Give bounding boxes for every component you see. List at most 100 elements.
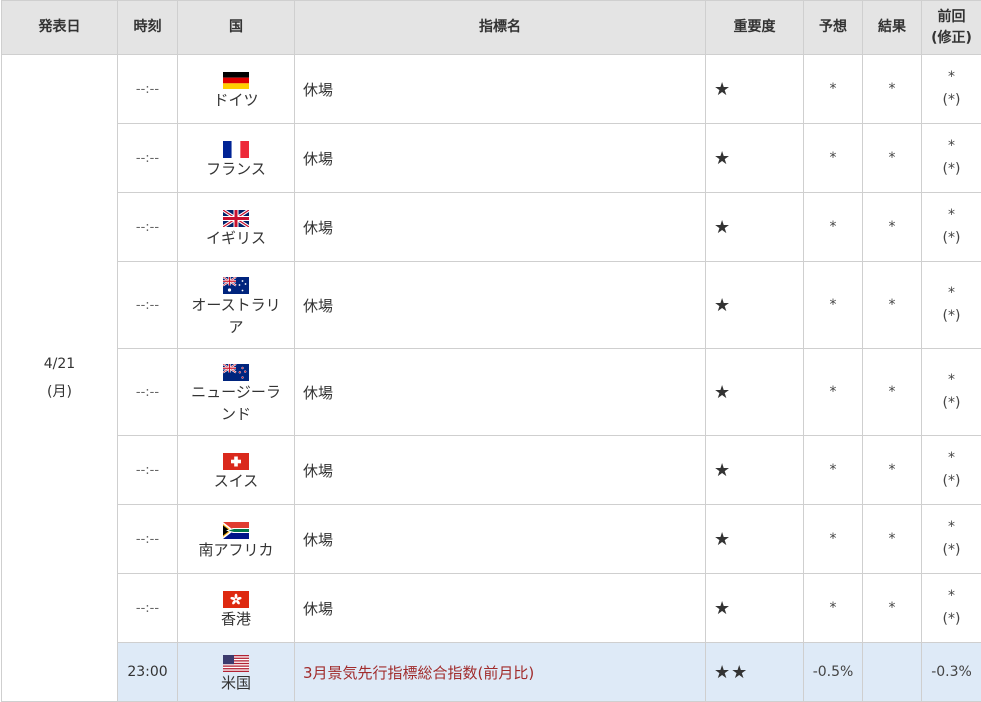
header-row: 発表日 時刻 国 指標名 重要度 予想 結果 前回 (修正) [1, 0, 981, 55]
indicator-cell: 休場 [294, 573, 706, 643]
time-cell: --:-- [117, 261, 178, 349]
previous-value: * [948, 519, 955, 535]
country-name: スイス [213, 472, 259, 490]
result-cell: * [862, 192, 922, 262]
result-cell: * [862, 261, 922, 349]
previous-cell: * (*) [921, 261, 981, 349]
country-name-continued: ア [228, 318, 244, 336]
table-row: --:-- スイス 休場 ★ * * * (*) [2, 435, 981, 505]
indicator-name: 休場 [303, 530, 334, 549]
australia-flag-icon [223, 276, 249, 294]
country-name: 南アフリカ [198, 541, 274, 559]
country-name: ニュージーラ [191, 383, 281, 401]
country-name-continued: ンド [220, 405, 251, 423]
country-cell: ニュージーラ ンド [177, 348, 295, 436]
importance-stars: ★ [705, 504, 804, 574]
indicator-name: 休場 [303, 461, 334, 480]
importance-stars: ★ [705, 54, 804, 124]
uk-flag-icon [223, 209, 249, 227]
header-importance: 重要度 [705, 0, 804, 55]
forecast-cell: * [803, 192, 863, 262]
previous-value: * [948, 372, 955, 388]
time-cell: 23:00 [117, 642, 178, 702]
table-row-highlighted: 23:00 米国 3月景気先行指標総合指数(前月比) ★★ -0.5% -0.3… [2, 642, 981, 702]
previous-revised: (*) [942, 395, 961, 411]
table-row: --:-- イギリス 休場 ★ * * * (*) [2, 192, 981, 262]
result-cell: * [862, 573, 922, 643]
importance-stars: ★ [705, 348, 804, 436]
country-cell: スイス [177, 435, 295, 505]
header-time: 時刻 [117, 0, 178, 55]
indicator-cell: 休場 [294, 192, 706, 262]
previous-revised: (*) [942, 611, 961, 627]
country-cell: イギリス [177, 192, 295, 262]
time-cell: --:-- [117, 435, 178, 505]
previous-cell: * (*) [921, 573, 981, 643]
country-name: 香港 [220, 610, 251, 628]
table-row: --:-- 南アフリカ 休場 ★ * * * (*) [2, 504, 981, 574]
country-cell: ドイツ [177, 54, 295, 124]
forecast-cell: * [803, 54, 863, 124]
previous-revised: (*) [942, 92, 961, 108]
france-flag-icon [223, 140, 249, 158]
south-africa-flag-icon [223, 521, 249, 539]
time-cell: --:-- [117, 504, 178, 574]
importance-stars: ★★ [705, 642, 804, 702]
country-cell: オーストラリ ア [177, 261, 295, 349]
indicator-name: 休場 [303, 599, 334, 618]
previous-cell: * (*) [921, 192, 981, 262]
country-name: フランス [206, 160, 266, 178]
header-date: 発表日 [1, 0, 118, 55]
forecast-cell: * [803, 504, 863, 574]
indicator-cell: 休場 [294, 123, 706, 193]
indicator-cell: 休場 [294, 435, 706, 505]
time-cell: --:-- [117, 348, 178, 436]
previous-cell: * (*) [921, 54, 981, 124]
table-row: --:-- フランス 休場 ★ * * * (*) [2, 123, 981, 193]
date-cell: 4/21 (月) [1, 54, 118, 702]
germany-flag-icon [223, 71, 249, 89]
weekday-value: (月) [47, 384, 72, 400]
country-name: ドイツ [213, 91, 259, 109]
country-name: オーストラリ [191, 296, 281, 314]
previous-value: * [948, 69, 955, 85]
header-indicator: 指標名 [294, 0, 706, 55]
table-row: --:-- オーストラリ ア 休場 ★ * * * (*) [2, 261, 981, 349]
previous-value: * [948, 450, 955, 466]
previous-value: * [948, 285, 955, 301]
indicator-cell: 休場 [294, 261, 706, 349]
forecast-cell: * [803, 261, 863, 349]
table-row: 4/21 (月) --:-- ドイツ 休場 ★ * * * (*) [1, 54, 981, 702]
us-flag-icon [223, 654, 249, 672]
previous-revised: (*) [942, 308, 961, 324]
indicator-name: 休場 [303, 296, 334, 315]
country-cell: フランス [177, 123, 295, 193]
result-cell [862, 642, 922, 702]
header-previous-line2: (修正) [931, 29, 972, 46]
header-forecast: 予想 [803, 0, 863, 55]
result-cell: * [862, 435, 922, 505]
country-name: イギリス [205, 229, 266, 247]
indicator-name: 休場 [303, 149, 334, 168]
forecast-cell: * [803, 435, 863, 505]
forecast-cell: -0.5% [803, 642, 863, 702]
previous-revised: (*) [942, 473, 961, 489]
table-row: --:-- 香港 休場 ★ * * * (*) [2, 573, 981, 643]
country-name: 米国 [220, 674, 251, 692]
country-cell: 香港 [177, 573, 295, 643]
importance-stars: ★ [705, 192, 804, 262]
importance-stars: ★ [705, 573, 804, 643]
importance-stars: ★ [705, 123, 804, 193]
previous-value: * [948, 138, 955, 154]
indicator-name-link[interactable]: 3月景気先行指標総合指数(前月比) [303, 664, 534, 682]
indicator-cell: 休場 [294, 504, 706, 574]
previous-cell: * (*) [921, 348, 981, 436]
switzerland-flag-icon [223, 452, 249, 470]
previous-cell: * (*) [921, 435, 981, 505]
indicator-name: 休場 [303, 80, 334, 99]
importance-stars: ★ [705, 435, 804, 505]
indicator-name: 休場 [303, 218, 334, 237]
previous-cell: * (*) [921, 123, 981, 193]
time-cell: --:-- [117, 192, 178, 262]
forecast-cell: * [803, 123, 863, 193]
